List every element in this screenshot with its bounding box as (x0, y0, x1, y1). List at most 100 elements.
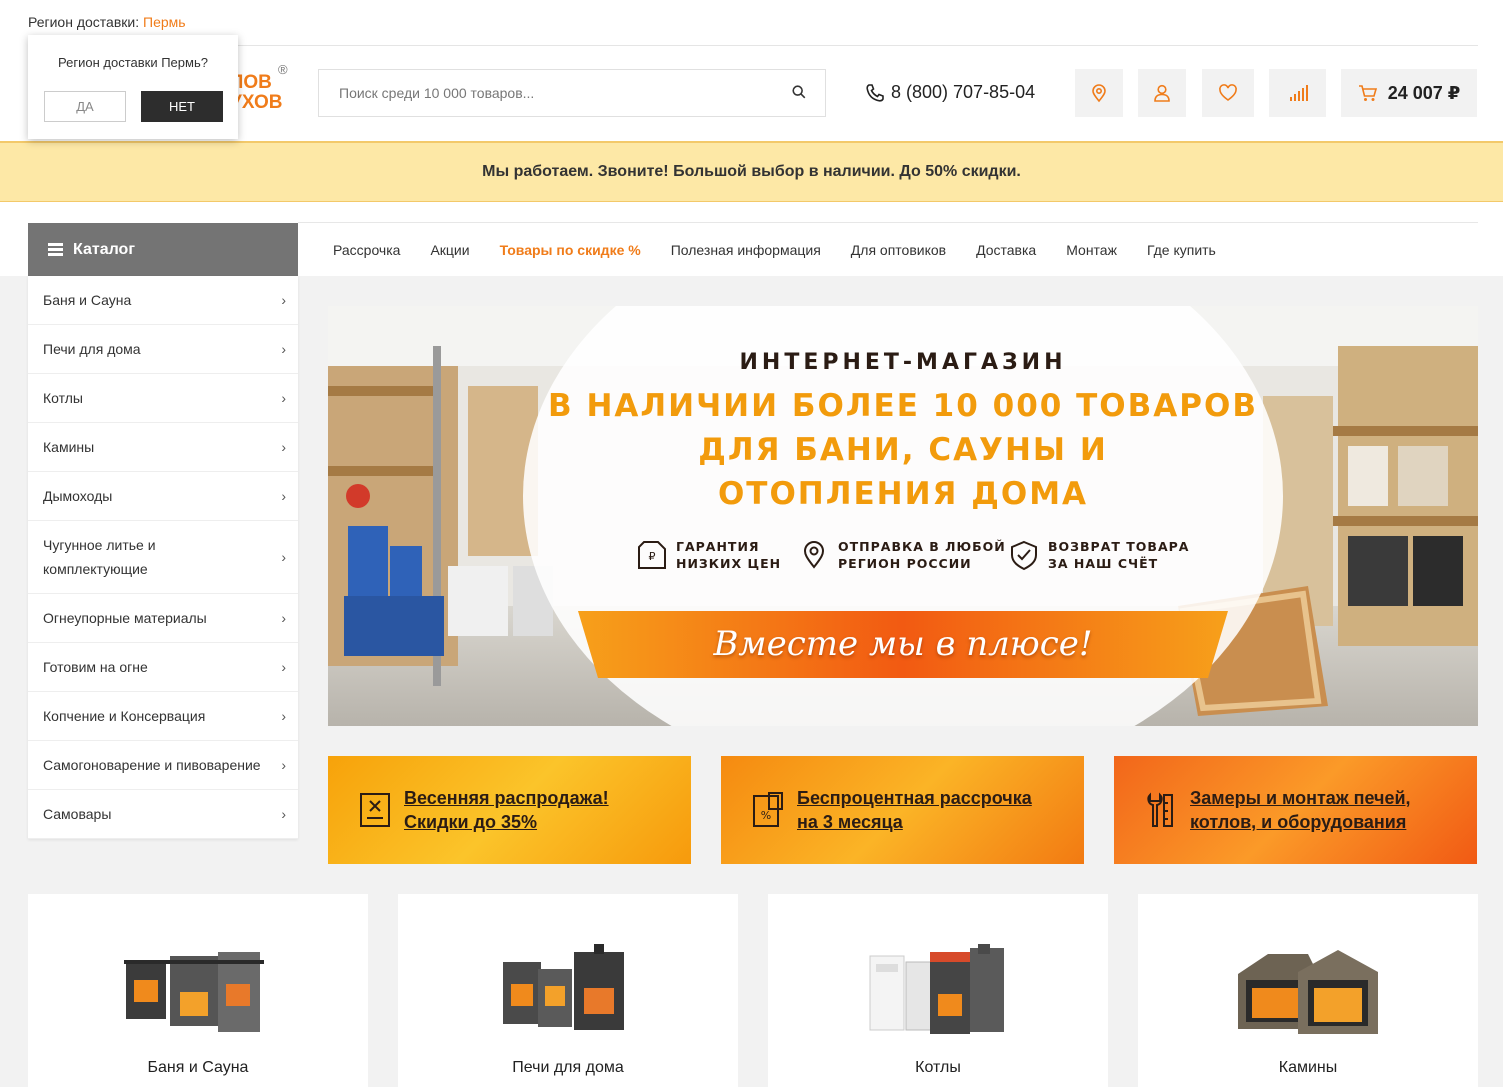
catalog-item-smoking[interactable]: Копчение и Консервация › (28, 692, 298, 741)
catalog-item-distilling[interactable]: Самогоноварение и пивоварение › (28, 741, 298, 790)
tile-label: Котлы (915, 1059, 961, 1076)
region-no-button[interactable]: НЕТ (141, 91, 223, 122)
feature-line2: ЗА НАШ СЧЁТ (1048, 556, 1159, 571)
catalog-item-samovars[interactable]: Самовары › (28, 790, 298, 839)
catalog-item-label: Печи для дома (43, 341, 141, 357)
top-navigation: Рассрочка Акции Товары по скидке % Полез… (318, 223, 1231, 276)
feature-returns: ВОЗВРАТ ТОВАРА ЗА НАШ СЧЁТ (1008, 538, 1189, 572)
chevron-right-icon: › (281, 757, 286, 773)
fireplace-image (1238, 950, 1378, 1034)
account-button[interactable] (1138, 69, 1186, 117)
nav-useful-info[interactable]: Полезная информация (656, 242, 836, 258)
announcement-text: Мы работаем. Звоните! Большой выбор в на… (482, 163, 1021, 180)
promo-line1: Весенняя распродажа! (404, 788, 609, 808)
catalog-item-boilers[interactable]: Котлы › (28, 374, 298, 423)
region-label: Регион доставки: (28, 14, 140, 30)
nav-discounted-goods[interactable]: Товары по скидке % (485, 242, 656, 258)
feature-line1: ОТПРАВКА В ЛЮБОЙ (838, 539, 1006, 554)
chevron-right-icon: › (281, 390, 286, 406)
phone-text: 8 (800) 707-85-04 (891, 82, 1036, 102)
nav-installment[interactable]: Рассрочка (318, 242, 415, 258)
catalog-item-fireplaces[interactable]: Камины › (28, 423, 298, 472)
catalog-item-refractory[interactable]: Огнеупорные материалы › (28, 594, 298, 643)
compare-button[interactable] (1269, 69, 1326, 117)
nav-wholesale[interactable]: Для оптовиков (836, 242, 961, 258)
cart-button[interactable]: 24 007 ₽ (1341, 69, 1477, 117)
favorites-button[interactable] (1202, 69, 1254, 117)
catalog-item-cast-iron[interactable]: Чугунное литье и комплектующие › (28, 521, 298, 594)
feature-line1: ГАРАНТИЯ (676, 539, 760, 554)
catalog-item-label: Огнеупорные материалы (43, 610, 207, 626)
catalog-item-bath-sauna[interactable]: Баня и Сауна › (28, 276, 298, 325)
region-yes-button[interactable]: ДА (44, 91, 126, 122)
search-icon[interactable] (791, 84, 809, 102)
promo-spring-sale[interactable]: Весенняя распродажа! Скидки до 35% (328, 756, 691, 864)
chevron-right-icon: › (281, 708, 286, 724)
promo-line1: Замеры и монтаж печей, (1190, 788, 1411, 808)
catalog-item-chimneys[interactable]: Дымоходы › (28, 472, 298, 521)
announcement-bar: Мы работаем. Звоните! Большой выбор в на… (0, 141, 1503, 202)
promo-installation[interactable]: Замеры и монтаж печей, котлов, и оборудов… (1114, 756, 1477, 864)
search-input[interactable] (319, 70, 759, 116)
heart-icon (1219, 84, 1237, 101)
banner-headline-line3: ОТОПЛЕНИЯ ДОМА (717, 476, 1089, 512)
catalog-toggle[interactable]: Каталог (28, 223, 298, 276)
svg-text:%: % (761, 809, 771, 822)
svg-text:₽: ₽ (649, 550, 656, 563)
catalog-item-label: Копчение и Консервация (43, 708, 206, 724)
tools-icon (1147, 792, 1173, 827)
promo-installment[interactable]: % Беспроцентная рассрочка на 3 месяца (721, 756, 1084, 864)
catalog-item-fire-cooking[interactable]: Готовим на огне › (28, 643, 298, 692)
home-stove-image (503, 944, 624, 1030)
catalog-title: Каталог (73, 240, 135, 258)
chevron-right-icon: › (281, 292, 286, 308)
feature-shipping: ОТПРАВКА В ЛЮБОЙ РЕГИОН РОССИИ (798, 538, 1006, 572)
cart-total: 24 007 ₽ (1387, 82, 1461, 103)
boiler-image (869, 944, 1004, 1034)
menu-icon (48, 243, 63, 256)
tile-label: Камины (1278, 1059, 1338, 1076)
feature-low-prices: ₽ ГАРАНТИЯ НИЗКИХ ЦЕН (636, 538, 781, 572)
shield-check-icon (1011, 540, 1037, 571)
category-tile-boilers[interactable]: Котлы (768, 894, 1108, 1087)
promo-line1: Беспроцентная рассрочка (797, 788, 1032, 808)
search-bar (318, 69, 826, 117)
compare-bars-icon (1289, 85, 1308, 101)
feature-line2: НИЗКИХ ЦЕН (676, 556, 782, 571)
map-pin-icon (1092, 84, 1106, 103)
catalog-item-label: Готовим на огне (43, 659, 148, 675)
category-tile-bath-sauna[interactable]: Баня и Сауна (28, 894, 368, 1087)
catalog-item-label: Самовары (43, 806, 112, 822)
region-city-link[interactable]: Пермь (143, 14, 186, 30)
header-divider (28, 45, 1478, 46)
catalog-menu: Баня и Сауна › Печи для дома › Котлы › Ками… (28, 276, 298, 839)
chevron-right-icon: › (281, 439, 286, 455)
nav-promotions[interactable]: Акции (415, 242, 484, 258)
nav-delivery[interactable]: Доставка (961, 242, 1051, 258)
banner-headline-line1: В НАЛИЧИИ БОЛЕЕ 10 000 ТОВАРОВ (548, 388, 1258, 424)
phone-number[interactable]: 8 (800) 707-85-04 (865, 82, 1035, 103)
catalog-item-home-stoves[interactable]: Печи для дома › (28, 325, 298, 374)
category-tile-fireplaces[interactable]: Камины (1138, 894, 1478, 1087)
feature-line2: РЕГИОН РОССИИ (838, 556, 972, 571)
catalog-item-label: Чугунное литье и комплектующие (43, 537, 156, 577)
nav-installation[interactable]: Монтаж (1051, 242, 1132, 258)
catalog-item-label: Дымоходы (43, 488, 113, 504)
logo-registered-mark: ® (278, 62, 288, 77)
chevron-right-icon: › (281, 549, 286, 565)
chevron-right-icon: › (281, 806, 286, 822)
banner-slogan: Вместе мы в плюсе! (713, 624, 1093, 664)
hero-banner[interactable]: ИНТЕРНЕТ-МАГАЗИН В НАЛИЧИИ БОЛЕЕ 10 000 … (328, 306, 1478, 726)
category-tile-home-stoves[interactable]: Печи для дома (398, 894, 738, 1087)
discount-tag-icon (360, 793, 390, 827)
catalog-item-label: Камины (43, 439, 95, 455)
tile-label: Печи для дома (512, 1059, 624, 1076)
promo-line2: котлов, и оборудования (1190, 812, 1407, 832)
site-logo[interactable]: ЛОВ УХОВ ® (230, 62, 300, 113)
price-guarantee-icon: ₽ (638, 541, 666, 569)
location-button[interactable] (1075, 69, 1123, 117)
region-question: Регион доставки Пермь? (58, 55, 208, 70)
promo-line2: на 3 месяца (797, 812, 903, 832)
cart-icon (1358, 85, 1377, 101)
nav-where-to-buy[interactable]: Где купить (1132, 242, 1231, 258)
